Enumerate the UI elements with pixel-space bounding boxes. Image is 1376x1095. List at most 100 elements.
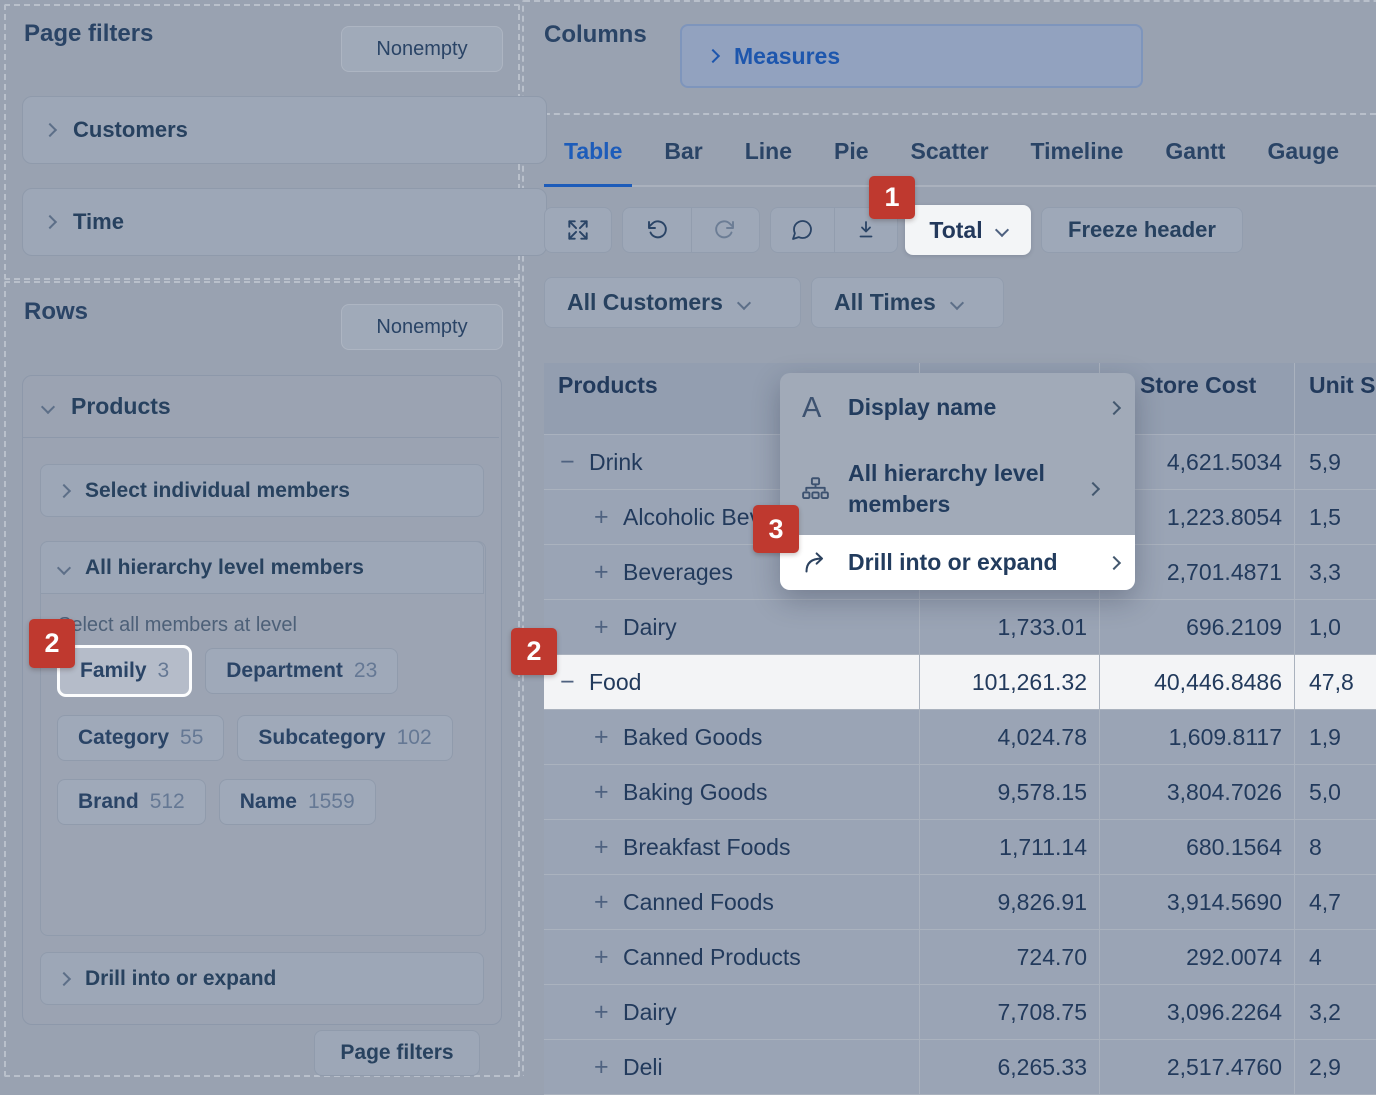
cell-store-sales: 9,578.15 — [920, 765, 1100, 819]
expand-toggle[interactable]: + — [594, 888, 614, 917]
cell-unit-sales: 1,9 — [1295, 710, 1376, 764]
download-icon — [854, 218, 878, 242]
menu-item-all-hierarchy-level-members[interactable]: All hierarchy level members — [780, 443, 1135, 535]
level-chip-family[interactable]: Family 3 — [57, 645, 192, 697]
customers-label: Customers — [73, 117, 188, 143]
columns-title: Columns — [544, 21, 647, 49]
menu-item-display-name[interactable]: A Display name — [780, 373, 1135, 443]
expand-toggle[interactable]: + — [594, 943, 614, 972]
level-chip-department[interactable]: Department 23 — [205, 648, 398, 694]
total-dropdown-button[interactable]: Total — [905, 205, 1031, 255]
comment-button[interactable] — [771, 208, 834, 252]
fullscreen-button[interactable] — [544, 207, 612, 253]
expand-toggle[interactable]: + — [594, 833, 614, 862]
level-chip-count: 55 — [180, 726, 203, 750]
level-chips: Family 3 Department 23 Category 55 Subca… — [57, 648, 469, 825]
all-hierarchy-levels-label: All hierarchy level members — [85, 556, 364, 580]
cell-store-sales: 1,733.01 — [920, 600, 1100, 654]
cell-store-cost: 3,804.7026 — [1100, 765, 1295, 819]
expand-toggle[interactable]: + — [594, 998, 614, 1027]
products-group-header[interactable]: Products — [23, 376, 499, 438]
table-row-food-highlighted[interactable]: −Food 101,261.32 40,446.8486 47,8 — [544, 655, 1376, 710]
sidebar-item-time[interactable]: Time — [22, 188, 547, 256]
level-chip-category[interactable]: Category 55 — [57, 715, 224, 761]
cell-store-sales: 101,261.32 — [920, 655, 1100, 709]
row-label: Canned Foods — [623, 889, 774, 916]
cell-store-cost: 40,446.8486 — [1100, 655, 1295, 709]
tab-pie[interactable]: Pie — [834, 138, 869, 165]
cell-unit-sales: 3,2 — [1295, 985, 1376, 1039]
expand-toggle[interactable]: + — [594, 503, 614, 532]
expand-toggle[interactable]: + — [594, 1053, 614, 1082]
cell-store-cost: 3,096.2264 — [1100, 985, 1295, 1039]
row-label: Dairy — [623, 614, 677, 641]
fullscreen-icon — [565, 217, 591, 243]
tab-table[interactable]: Table — [564, 138, 622, 165]
all-customers-dropdown[interactable]: All Customers — [544, 277, 801, 328]
chevron-right-icon — [45, 125, 55, 135]
annotation-badge-2-left: 2 — [29, 619, 75, 668]
table-row-canned-products[interactable]: +Canned Products 724.70 292.0074 4 — [544, 930, 1376, 985]
chevron-down-icon — [739, 298, 749, 308]
level-chip-count: 102 — [397, 726, 432, 750]
select-individual-members-button[interactable]: Select individual members — [40, 464, 484, 517]
cell-unit-sales: 3,3 — [1295, 545, 1376, 599]
page-filters-title: Page filters — [24, 20, 153, 48]
page-filters-footer-button[interactable]: Page filters — [314, 1030, 480, 1076]
cell-store-sales: 9,826.91 — [920, 875, 1100, 929]
freeze-header-button[interactable]: Freeze header — [1041, 207, 1243, 253]
tab-gantt[interactable]: Gantt — [1165, 138, 1225, 165]
level-chip-count: 23 — [354, 659, 377, 683]
row-label: Canned Products — [623, 944, 801, 971]
expand-toggle[interactable]: + — [594, 778, 614, 807]
row-label: Deli — [623, 1054, 663, 1081]
cell-unit-sales: 1,0 — [1295, 600, 1376, 654]
all-times-label: All Times — [834, 289, 936, 316]
table-row-baking-goods[interactable]: +Baking Goods 9,578.15 3,804.7026 5,0 — [544, 765, 1376, 820]
expand-toggle[interactable]: + — [594, 558, 614, 587]
column-header-unit-sales[interactable]: Unit Sales — [1295, 363, 1376, 434]
menu-item-drill-into-or-expand[interactable]: Drill into or expand — [780, 535, 1135, 590]
cell-unit-sales: 4,7 — [1295, 875, 1376, 929]
tab-gauge[interactable]: Gauge — [1267, 138, 1339, 165]
expand-toggle[interactable]: + — [594, 723, 614, 752]
table-row-breakfast-foods[interactable]: +Breakfast Foods 1,711.14 680.1564 8 — [544, 820, 1376, 875]
all-customers-label: All Customers — [567, 289, 723, 316]
tab-bar[interactable]: Bar — [664, 138, 702, 165]
tab-line[interactable]: Line — [745, 138, 792, 165]
table-row-dairy-food[interactable]: +Dairy 7,708.75 3,096.2264 3,2 — [544, 985, 1376, 1040]
drill-into-or-expand-button[interactable]: Drill into or expand — [40, 952, 484, 1005]
page-filters-nonempty-button[interactable]: Nonempty — [341, 26, 503, 72]
undo-icon — [645, 218, 669, 242]
redo-icon — [713, 218, 737, 242]
chevron-down-icon — [997, 225, 1007, 235]
measures-label: Measures — [734, 43, 840, 70]
table-row-canned-foods[interactable]: +Canned Foods 9,826.91 3,914.5690 4,7 — [544, 875, 1376, 930]
row-label: Drink — [589, 449, 643, 476]
tab-scatter[interactable]: Scatter — [911, 138, 989, 165]
level-chip-subcategory[interactable]: Subcategory 102 — [237, 715, 452, 761]
drill-expand-icon — [802, 549, 848, 576]
redo-button[interactable] — [691, 208, 760, 252]
level-chip-count: 512 — [150, 790, 185, 814]
all-hierarchy-levels-header[interactable]: All hierarchy level members — [40, 541, 484, 594]
expand-toggle[interactable]: + — [594, 613, 614, 642]
cell-unit-sales: 2,9 — [1295, 1040, 1376, 1094]
level-chip-name[interactable]: Name 1559 — [219, 779, 376, 825]
undo-button[interactable] — [623, 208, 691, 252]
level-chip-brand[interactable]: Brand 512 — [57, 779, 206, 825]
tab-timeline[interactable]: Timeline — [1031, 138, 1124, 165]
hierarchy-icon — [802, 476, 848, 503]
all-times-dropdown[interactable]: All Times — [811, 277, 1004, 328]
sidebar-item-customers[interactable]: Customers — [22, 96, 547, 164]
cell-store-cost: 1,609.8117 — [1100, 710, 1295, 764]
table-row-baked-goods[interactable]: +Baked Goods 4,024.78 1,609.8117 1,9 — [544, 710, 1376, 765]
collapse-toggle[interactable]: − — [560, 448, 580, 477]
measures-pill[interactable]: Measures — [680, 24, 1143, 88]
table-row-dairy-drink[interactable]: +Dairy 1,733.01 696.2109 1,0 — [544, 600, 1376, 655]
rows-nonempty-button[interactable]: Nonempty — [341, 304, 503, 350]
select-all-at-level-label: Select all members at level — [58, 614, 297, 637]
collapse-toggle[interactable]: − — [560, 668, 580, 697]
cell-unit-sales: 5,9 — [1295, 435, 1376, 489]
cell-unit-sales: 1,5 — [1295, 490, 1376, 544]
